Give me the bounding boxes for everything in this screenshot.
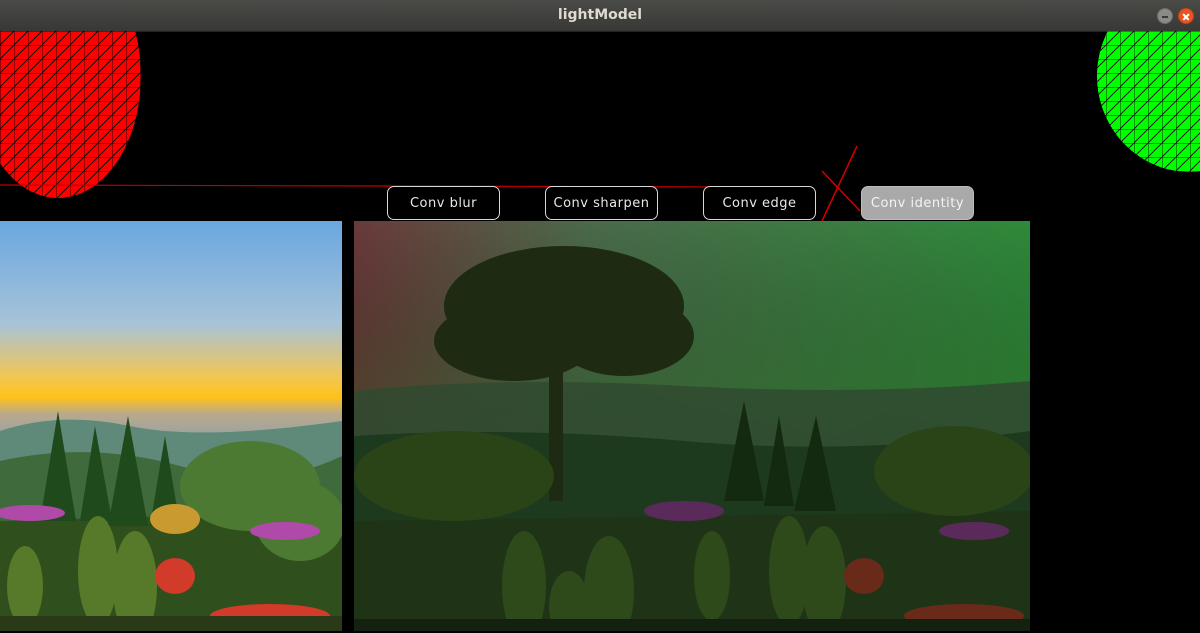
- red-cross-line-1: [821, 170, 861, 212]
- conv-identity-button[interactable]: Conv identity: [861, 186, 974, 220]
- conv-edge-button[interactable]: Conv edge: [703, 186, 816, 220]
- red-sphere: [0, 31, 141, 198]
- conv-blur-button[interactable]: Conv blur: [387, 186, 500, 220]
- close-icon[interactable]: [1178, 8, 1194, 24]
- filtered-image: [354, 221, 1030, 631]
- original-image: [0, 221, 342, 631]
- window-title: lightModel: [557, 7, 643, 23]
- minimize-icon[interactable]: [1157, 8, 1173, 24]
- render-canvas[interactable]: Conv blur Conv sharpen Conv edge Conv id…: [0, 31, 1200, 633]
- green-sphere: [1097, 31, 1200, 172]
- red-cross-line-2: [821, 145, 858, 222]
- conv-sharpen-button[interactable]: Conv sharpen: [545, 186, 658, 220]
- window-titlebar: lightModel: [0, 0, 1200, 32]
